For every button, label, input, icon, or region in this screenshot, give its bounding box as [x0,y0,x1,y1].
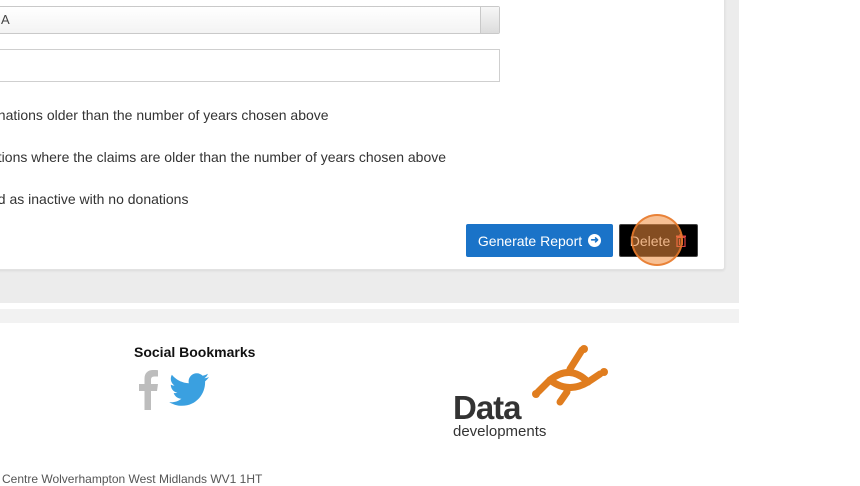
generate-report-button[interactable]: Generate Report ➜ [466,224,613,257]
option-older-claims[interactable]: ations where the claims are older than t… [0,149,446,165]
year-select-value: A [1,12,10,27]
report-form-card [0,0,725,270]
logo-wordmark: Data [453,389,522,426]
arrow-circle-right-icon: ➜ [588,234,602,247]
generate-report-label: Generate Report [477,232,583,249]
trash-icon [676,234,687,247]
footer-divider [0,309,739,323]
text-field[interactable] [0,49,500,82]
twitter-icon[interactable] [169,373,209,407]
logo-subtitle: developments [453,423,547,440]
option-older-donations[interactable]: onations older than the number of years … [0,107,329,123]
footer-address: e Centre Wolverhampton West Midlands WV1… [0,472,263,486]
social-bookmarks-heading: Social Bookmarks [134,344,256,360]
delete-button[interactable]: Delete [619,224,698,257]
delete-label: Delete [629,232,671,249]
year-select[interactable]: A [0,6,500,34]
select-dropdown-button[interactable] [480,7,499,33]
option-inactive-no-donations[interactable]: ed as inactive with no donations [0,191,188,207]
facebook-icon[interactable] [136,368,160,410]
